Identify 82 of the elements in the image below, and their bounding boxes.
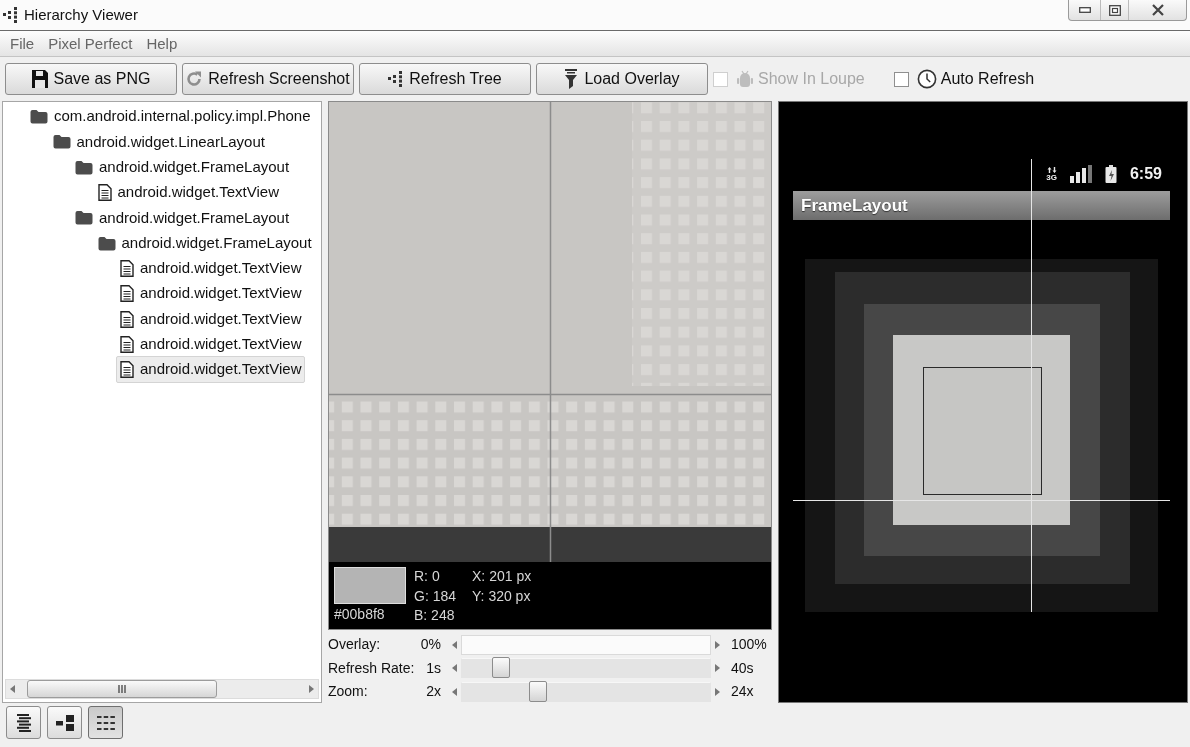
close-icon (1150, 4, 1165, 16)
slider-min-label: 2x (425, 682, 441, 702)
menu-item[interactable]: Help (140, 30, 184, 57)
align-lines-icon (15, 713, 32, 732)
color-swatch-icon (334, 567, 406, 604)
toolbar-button[interactable]: Load Overlay (536, 63, 708, 95)
window-title: Hierarchy Viewer (24, 4, 138, 25)
left-arrow-icon[interactable] (452, 664, 457, 673)
slider-max-label: 100% (731, 635, 767, 655)
hierarchy-icon (55, 714, 74, 731)
tree-node[interactable]: android.widget.TextView (116, 255, 306, 282)
x-position: X: 201 px (472, 567, 532, 586)
menu-item[interactable]: Pixel Perfect (42, 30, 139, 57)
tree-node[interactable]: android.widget.LinearLayout (48, 128, 269, 156)
slider-min-label: 0% (419, 635, 441, 655)
battery-icon (1104, 165, 1117, 183)
tree-node[interactable]: android.widget.TextView (116, 356, 306, 383)
slider-thumb[interactable] (491, 657, 510, 679)
grip-icon (118, 685, 126, 693)
view-mode-button[interactable] (47, 706, 82, 739)
left-arrow-icon[interactable] (10, 685, 15, 693)
channel-value: G: 184 (414, 586, 457, 606)
slider-label: Overlay: (328, 635, 382, 655)
slider-max-label: 40s (731, 658, 754, 678)
document-icon (120, 259, 134, 277)
tree-node[interactable]: android.widget.FrameLayout (71, 204, 294, 232)
left-arrow-icon[interactable] (452, 687, 457, 696)
data-arrows-icon (1046, 166, 1057, 173)
app-title-bar: FrameLayout (793, 191, 1170, 220)
view-mode-button[interactable] (6, 706, 41, 739)
folder-icon (75, 159, 93, 175)
document-icon (120, 361, 134, 379)
toolbar-button[interactable]: Refresh Tree (359, 63, 531, 95)
tree-node[interactable]: android.widget.FrameLayout (71, 154, 294, 181)
right-arrow-icon[interactable] (715, 664, 720, 673)
status-time: 6:59 (1129, 164, 1162, 184)
grid-icon (96, 715, 115, 730)
document-icon (120, 285, 134, 303)
view-mode-button[interactable] (88, 706, 123, 739)
refresh-icon (186, 71, 203, 87)
toolbar-button[interactable]: Save as PNG (5, 63, 177, 95)
slider-label: Zoom: (328, 682, 369, 702)
channel-value: R: 0 (414, 567, 441, 586)
slider-label: Refresh Rate: (328, 658, 416, 678)
tree-node[interactable]: android.widget.TextView (116, 280, 306, 307)
folder-icon (97, 235, 116, 251)
checkbox[interactable] (893, 71, 909, 87)
right-arrow-icon[interactable] (309, 685, 314, 693)
tree-node[interactable]: android.widget.TextView (116, 331, 306, 358)
folder-icon (30, 109, 48, 125)
tree-node[interactable]: android.widget.TextView (116, 305, 306, 333)
folder-icon (52, 134, 71, 150)
y-position: Y: 320 px (472, 586, 532, 606)
hierarchy-icon (3, 7, 18, 23)
slider-max-label: 24x (731, 682, 754, 702)
hex-value: #00b8f8 (334, 605, 386, 624)
checkbox-label[interactable]: Auto Refresh (940, 67, 1035, 91)
document-icon (97, 184, 112, 202)
slider-min-label: 1s (425, 658, 441, 678)
left-arrow-icon[interactable] (452, 640, 457, 649)
slider-thumb[interactable] (528, 680, 547, 702)
hierarchy-icon (388, 71, 404, 87)
network-type: 3G (1046, 173, 1057, 182)
signal-icon (1069, 165, 1092, 183)
robot-icon (736, 70, 754, 88)
tree-node[interactable]: android.widget.TextView (93, 179, 283, 206)
funnel-icon (564, 69, 579, 89)
right-arrow-icon[interactable] (715, 640, 720, 649)
maximize-icon (1108, 4, 1121, 16)
tree-node[interactable]: android.widget.FrameLayout (93, 229, 316, 257)
right-arrow-icon[interactable] (715, 687, 720, 696)
scrollbar-thumb[interactable] (27, 680, 217, 698)
toolbar-button[interactable]: Refresh Screenshot (182, 63, 354, 95)
folder-icon (75, 210, 93, 226)
horizontal-scrollbar[interactable] (5, 679, 319, 699)
document-icon (120, 310, 134, 328)
menu-item[interactable]: File (4, 30, 41, 57)
channel-value: B: 248 (414, 606, 456, 625)
clock-icon (916, 69, 937, 89)
tree-node[interactable]: com.android.internal.policy.impl.Phone (26, 103, 315, 130)
document-icon (120, 335, 134, 353)
minimize-icon (1078, 7, 1091, 13)
